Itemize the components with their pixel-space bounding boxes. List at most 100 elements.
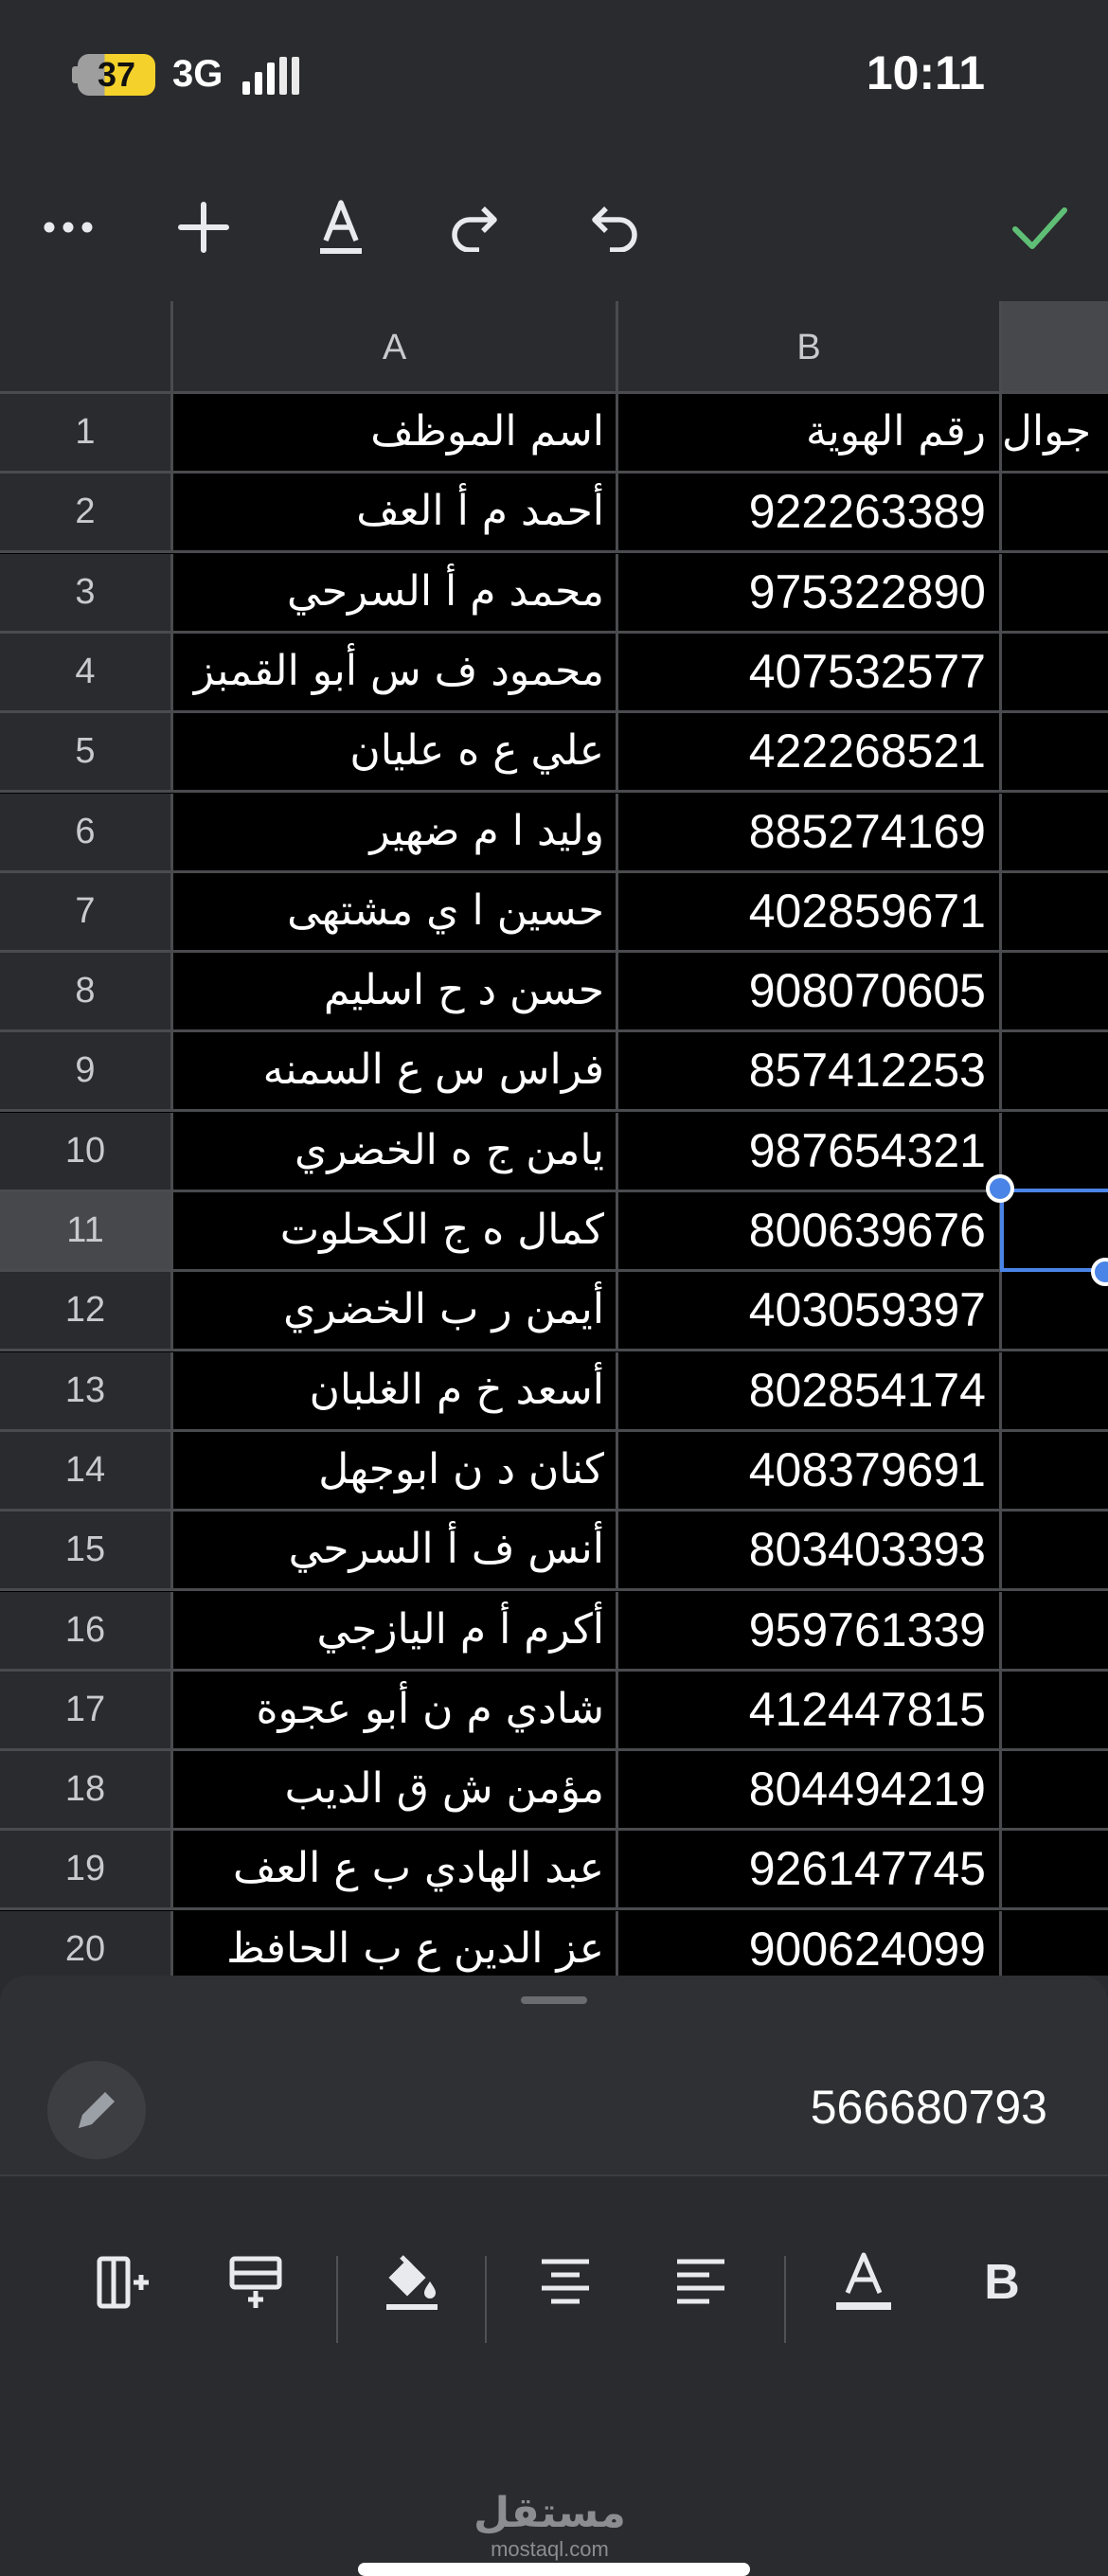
insert-row-icon[interactable] xyxy=(218,2245,294,2320)
cell-id[interactable]: 422268521 xyxy=(618,713,1002,794)
cell-c[interactable] xyxy=(1002,793,1108,873)
cell-name[interactable]: كنان د ن ابوجهل xyxy=(173,1431,618,1512)
insert-column-icon[interactable] xyxy=(85,2245,161,2320)
cell-c[interactable] xyxy=(1002,1751,1108,1832)
sheet-drag-handle[interactable] xyxy=(521,1996,587,2004)
cell-c[interactable] xyxy=(1002,474,1108,554)
row-number[interactable]: 16 xyxy=(0,1591,173,1672)
cell-id[interactable]: 804494219 xyxy=(618,1751,1002,1832)
cell-c[interactable] xyxy=(1002,1512,1108,1592)
row-number[interactable]: 10 xyxy=(0,1112,173,1192)
cell-c[interactable] xyxy=(1002,1032,1108,1113)
cell-name[interactable]: وليد ا م ضهير xyxy=(173,793,618,873)
cell-c[interactable] xyxy=(1002,1591,1108,1672)
row-number[interactable]: 14 xyxy=(0,1431,173,1512)
cell-id[interactable]: 900624099 xyxy=(618,1910,1002,1976)
text-format-icon[interactable] xyxy=(303,189,379,265)
text-color-icon[interactable] xyxy=(826,2245,902,2320)
undo-icon[interactable] xyxy=(576,189,652,265)
cell-name[interactable]: حسن د ح اسليم xyxy=(173,953,618,1033)
cell-id[interactable]: 922263389 xyxy=(618,474,1002,554)
cell-c[interactable] xyxy=(1002,1671,1108,1751)
row-number[interactable]: 4 xyxy=(0,633,173,713)
cell-id[interactable]: 403059397 xyxy=(618,1272,1002,1352)
cell-name[interactable]: محمود ف س أبو القمبز xyxy=(173,633,618,713)
row-number[interactable]: 5 xyxy=(0,713,173,794)
cell-name[interactable]: أيمن ر ب الخضري xyxy=(173,1272,618,1352)
selected-cell[interactable] xyxy=(1000,1189,1108,1272)
row-number[interactable]: 18 xyxy=(0,1751,173,1832)
select-all-corner[interactable] xyxy=(0,301,173,394)
row-number[interactable]: 8 xyxy=(0,953,173,1033)
cell-name[interactable]: علي ع ه عليان xyxy=(173,713,618,794)
cell-id[interactable]: 803403393 xyxy=(618,1512,1002,1592)
align-left-icon[interactable] xyxy=(663,2245,739,2320)
cell-name[interactable]: محمد م أ السرحي xyxy=(173,553,618,634)
cell-c[interactable] xyxy=(1002,872,1108,953)
cell-name[interactable]: شادي م ن أبو عجوة xyxy=(173,1671,618,1751)
cell-id[interactable]: 412447815 xyxy=(618,1671,1002,1751)
cell-name[interactable]: أنس ف أ السرحي xyxy=(173,1512,618,1592)
row-number[interactable]: 15 xyxy=(0,1512,173,1592)
checkmark-icon[interactable] xyxy=(1002,189,1078,265)
pencil-icon[interactable] xyxy=(47,2061,146,2159)
cell-name[interactable]: حسين ا ي مشتهى xyxy=(173,872,618,953)
row-number[interactable]: 3 xyxy=(0,553,173,634)
cell-id[interactable]: رقم الهوية xyxy=(618,394,1002,474)
cell-name[interactable]: كمال ه ج الكحلوت xyxy=(173,1192,618,1272)
row-number[interactable]: 9 xyxy=(0,1032,173,1113)
cell-id[interactable]: 408379691 xyxy=(618,1431,1002,1512)
cell-id[interactable]: 959761339 xyxy=(618,1591,1002,1672)
fill-color-icon[interactable] xyxy=(374,2245,450,2320)
more-horizontal-icon[interactable] xyxy=(30,189,106,265)
cell-name[interactable]: يامن ج ه الخضري xyxy=(173,1112,618,1192)
cell-name[interactable]: أحمد م أ العف xyxy=(173,474,618,554)
row-number[interactable]: 11 xyxy=(0,1192,173,1272)
cell-id[interactable]: 885274169 xyxy=(618,793,1002,873)
cell-id[interactable]: 987654321 xyxy=(618,1112,1002,1192)
cell-id[interactable]: 908070605 xyxy=(618,953,1002,1033)
cell-c[interactable] xyxy=(1002,713,1108,794)
cell-name[interactable]: فراس س ع السمنه xyxy=(173,1032,618,1113)
row-number[interactable]: 17 xyxy=(0,1671,173,1751)
column-header-c[interactable] xyxy=(1002,301,1108,394)
cell-c[interactable] xyxy=(1002,633,1108,713)
row-number[interactable]: 19 xyxy=(0,1831,173,1911)
column-header-b[interactable]: B xyxy=(618,301,1002,394)
row-number[interactable]: 13 xyxy=(0,1351,173,1432)
row-number[interactable]: 2 xyxy=(0,474,173,554)
row-number[interactable]: 20 xyxy=(0,1910,173,1976)
cell-c[interactable] xyxy=(1002,1910,1108,1976)
cell-c[interactable] xyxy=(1002,553,1108,634)
column-header-a[interactable]: A xyxy=(173,301,618,394)
cell-c[interactable] xyxy=(1002,1431,1108,1512)
cell-c[interactable] xyxy=(1002,1351,1108,1432)
cell-id[interactable]: 857412253 xyxy=(618,1032,1002,1113)
align-center-icon[interactable] xyxy=(527,2245,603,2320)
row-number[interactable]: 12 xyxy=(0,1272,173,1352)
cell-name[interactable]: عز الدين ع ب الحافظ xyxy=(173,1910,618,1976)
cell-c[interactable] xyxy=(1002,1112,1108,1192)
cell-c[interactable] xyxy=(1002,1831,1108,1911)
cell-name[interactable]: اسم الموظف xyxy=(173,394,618,474)
row-number[interactable]: 1 xyxy=(0,394,173,474)
row-number[interactable]: 6 xyxy=(0,793,173,873)
cell-c[interactable] xyxy=(1002,953,1108,1033)
formula-bar-value[interactable]: 566680793 xyxy=(811,2080,1047,2135)
plus-icon[interactable] xyxy=(166,189,241,265)
cell-name[interactable]: عبد الهادي ب ع العف xyxy=(173,1831,618,1911)
cell-c[interactable] xyxy=(1002,1272,1108,1352)
selection-handle-top[interactable] xyxy=(986,1174,1014,1203)
cell-name[interactable]: مؤمن ش ق الديب xyxy=(173,1751,618,1832)
cell-name[interactable]: أكرم أ م اليازجي xyxy=(173,1591,618,1672)
cell-id[interactable]: 926147745 xyxy=(618,1831,1002,1911)
cell-c[interactable]: جوال xyxy=(1002,394,1108,474)
cell-id[interactable]: 800639676 xyxy=(618,1192,1002,1272)
row-number[interactable]: 7 xyxy=(0,872,173,953)
cell-id[interactable]: 407532577 xyxy=(618,633,1002,713)
cell-id[interactable]: 402859671 xyxy=(618,872,1002,953)
cell-id[interactable]: 802854174 xyxy=(618,1351,1002,1432)
bold-icon[interactable]: B xyxy=(964,2245,1040,2320)
redo-icon[interactable] xyxy=(438,189,513,265)
cell-name[interactable]: أسعد خ م الغلبان xyxy=(173,1351,618,1432)
